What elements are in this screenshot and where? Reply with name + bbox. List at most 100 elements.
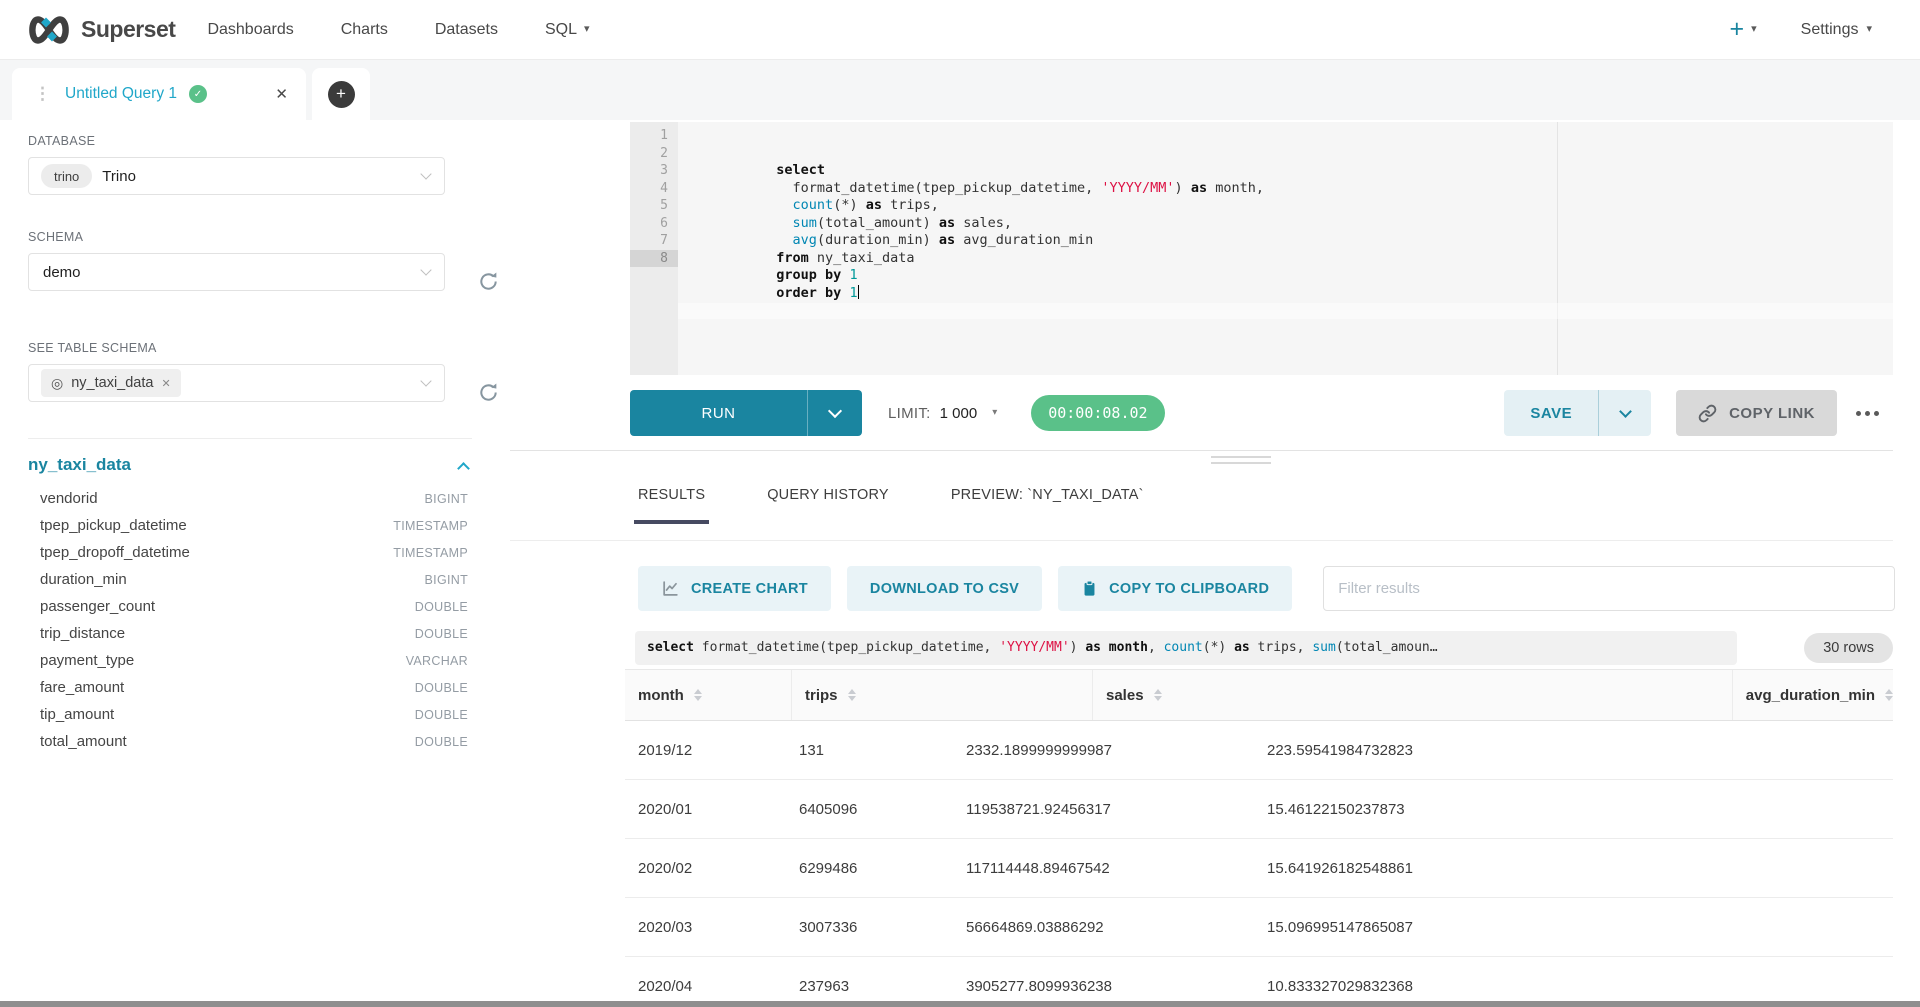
column-type: VARCHAR [406, 654, 468, 668]
table-select[interactable]: ◎ ny_taxi_data ✕ [28, 364, 445, 402]
filter-results-input[interactable] [1323, 566, 1895, 611]
add-tab-circle: + [328, 81, 355, 108]
download-csv-button[interactable]: DOWNLOAD TO CSV [847, 566, 1042, 611]
settings-menu[interactable]: Settings ▾ [1801, 21, 1872, 39]
code-text: group by 1 [776, 267, 857, 285]
resize-grip-icon[interactable] [1211, 456, 1271, 468]
column-name: duration_min [40, 571, 127, 588]
limit-value: 1 000 [940, 405, 978, 422]
column-row: trip_distance DOUBLE [28, 620, 468, 647]
eye-icon: ◎ [51, 375, 63, 392]
query-preview-row: select format_datetime(tpep_pickup_datet… [635, 631, 1893, 665]
table-header-row: month trips sales avg_duration_m [625, 669, 1893, 721]
new-item-button[interactable]: + ▾ [1730, 17, 1757, 42]
column-header[interactable]: month [625, 670, 792, 720]
column-row: total_amount DOUBLE [28, 728, 468, 755]
cell-sales: 3905277.8099936238 [953, 957, 1254, 1007]
schema-sidebar: DATABASE trino Trino SCHEMA demo SEE TAB… [0, 120, 500, 1007]
column-name: vendorid [40, 490, 98, 507]
plus-icon: + [1730, 17, 1745, 42]
pane-resize-divider[interactable] [510, 450, 1893, 451]
database-value: Trino [102, 168, 136, 185]
copy-link-button[interactable]: COPY LINK [1676, 390, 1837, 436]
settings-label: Settings [1801, 21, 1859, 39]
column-header[interactable]: avg_duration_min [1733, 670, 1893, 720]
column-type: TIMESTAMP [393, 519, 468, 533]
limit-label: LIMIT: [888, 405, 931, 422]
nav-dashboards[interactable]: Dashboards [207, 21, 293, 39]
column-name: tpep_dropoff_datetime [40, 544, 190, 561]
table-row: 2020/01 6405096 119538721.92456317 15.46… [625, 780, 1893, 839]
tab-label: Untitled Query 1 [65, 85, 177, 103]
chevron-down-icon: ▾ [992, 408, 997, 418]
sort-icons[interactable] [1154, 689, 1162, 701]
line-number: 3 [630, 162, 678, 180]
tab-results[interactable]: RESULTS [638, 487, 705, 503]
database-tag: trino [41, 164, 92, 188]
limit-dropdown[interactable]: LIMIT: 1 000 ▾ [888, 405, 997, 422]
table-chip-label: ny_taxi_data [71, 375, 153, 391]
code-line: 5 avg(duration_min) as avg_duration_min [630, 197, 1893, 215]
query-tabstrip: ⋮ Untitled Query 1 ✓ ✕ + [0, 60, 1920, 120]
cell-month: 2020/01 [625, 780, 786, 838]
collapse-table-icon[interactable] [457, 462, 470, 475]
column-header[interactable]: trips [792, 670, 1093, 720]
nav-sql[interactable]: SQL ▾ [545, 21, 590, 39]
results-table: month trips sales avg_duration_m [625, 669, 1893, 1007]
code-line: 4 sum(total_amount) as sales, [630, 180, 1893, 198]
chevron-down-icon [420, 168, 431, 179]
selected-table-chip[interactable]: ◎ ny_taxi_data ✕ [41, 369, 181, 397]
copy-clipboard-button[interactable]: COPY TO CLIPBOARD [1058, 566, 1292, 611]
code-line: 8 order by 1 [630, 250, 1893, 268]
sort-icons[interactable] [694, 689, 702, 701]
create-chart-label: CREATE CHART [691, 581, 808, 597]
refresh-tables-icon[interactable] [477, 381, 500, 409]
chevron-down-icon: ▾ [1866, 24, 1872, 35]
line-number: 1 [630, 127, 678, 145]
column-name: tpep_pickup_datetime [40, 517, 187, 534]
run-options-button[interactable] [808, 390, 862, 436]
more-menu-button[interactable] [1854, 403, 1881, 424]
chart-icon [661, 579, 680, 598]
code-line: 1 select [630, 127, 1893, 145]
database-select[interactable]: trino Trino [28, 157, 445, 195]
query-preview[interactable]: select format_datetime(tpep_pickup_datet… [635, 631, 1737, 665]
sort-icons[interactable] [1885, 689, 1893, 701]
cell-trips: 3007336 [786, 898, 953, 956]
refresh-schemas-icon[interactable] [477, 270, 500, 298]
tab-query-history[interactable]: QUERY HISTORY [767, 487, 889, 503]
add-tab-button[interactable]: + [312, 68, 370, 120]
sort-icons[interactable] [848, 689, 856, 701]
close-tab-icon[interactable]: ✕ [275, 85, 288, 103]
save-button[interactable]: SAVE [1504, 390, 1651, 436]
table-row: 2019/12 131 2332.1899999999987 223.59541… [625, 721, 1893, 780]
schema-select[interactable]: demo [28, 253, 445, 291]
run-button[interactable]: RUN [630, 390, 862, 436]
table-card-header: ny_taxi_data [28, 439, 468, 485]
superset-logo[interactable]: Superset [26, 14, 175, 46]
save-options-button[interactable] [1599, 411, 1651, 416]
cell-sales: 56664869.03886292 [953, 898, 1254, 956]
cell-avg-duration: 15.46122150237873 [1254, 780, 1893, 838]
column-header[interactable]: sales [1093, 670, 1733, 720]
column-row: fare_amount DOUBLE [28, 674, 468, 701]
cell-trips: 6299486 [786, 839, 953, 897]
cell-trips: 237963 [786, 957, 953, 1007]
nav-sql-label: SQL [545, 21, 577, 39]
remove-table-icon[interactable]: ✕ [161, 377, 170, 390]
tab-preview[interactable]: PREVIEW: `NY_TAXI_DATA` [951, 487, 1144, 503]
create-chart-button[interactable]: CREATE CHART [638, 566, 831, 611]
nav-datasets[interactable]: Datasets [435, 21, 498, 39]
chevron-down-icon: ▾ [1751, 24, 1757, 35]
columns-list: vendorid BIGINT tpep_pickup_datetime TIM… [28, 485, 468, 755]
code-line: 6 from ny_taxi_data [630, 215, 1893, 233]
column-name: payment_type [40, 652, 134, 669]
cell-month: 2020/04 [625, 957, 786, 1007]
line-number: 5 [630, 197, 678, 215]
plus-icon: + [336, 85, 346, 102]
tab-untitled-query-1[interactable]: ⋮ Untitled Query 1 ✓ ✕ [12, 68, 306, 120]
nav-charts[interactable]: Charts [341, 21, 388, 39]
tab-drag-icon[interactable]: ⋮ [34, 84, 51, 104]
editor-toolbar: RUN LIMIT: 1 000 ▾ 00:00:08.02 SAVE COPY… [630, 390, 1893, 436]
sql-editor[interactable]: 1 select 2 format_datetime(tpep_pickup_d… [630, 122, 1893, 375]
